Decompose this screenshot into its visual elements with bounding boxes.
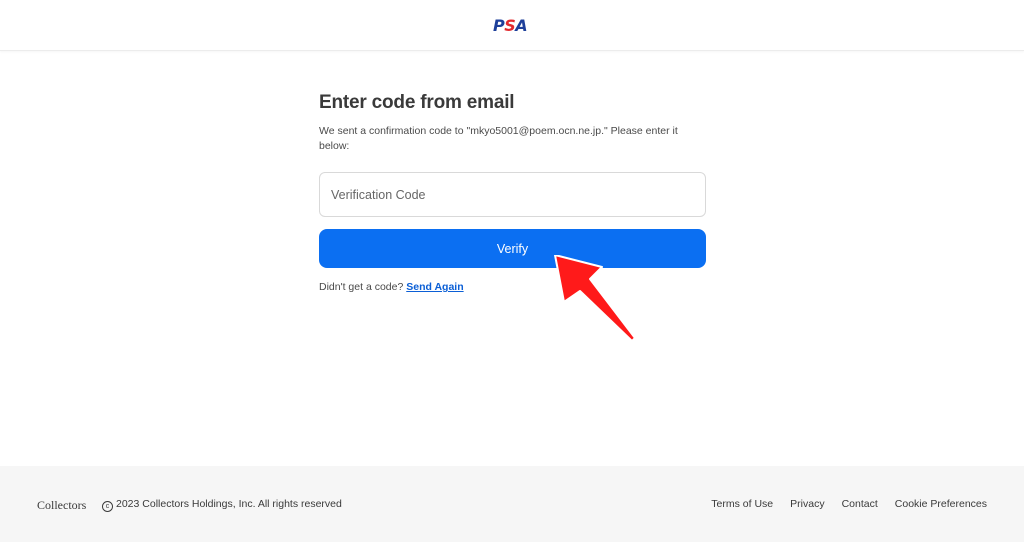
- footer-links: Terms of Use Privacy Contact Cookie Pref…: [711, 498, 987, 510]
- footer-link-privacy[interactable]: Privacy: [790, 498, 824, 510]
- resend-prompt: Didn't get a code?: [319, 281, 404, 293]
- collectors-logo[interactable]: Collectors: [37, 498, 86, 513]
- confirmation-message: We sent a confirmation code to "mkyo5001…: [319, 125, 678, 152]
- copyright-icon: c: [102, 501, 113, 512]
- verification-code-input[interactable]: [319, 172, 706, 217]
- footer-link-contact[interactable]: Contact: [842, 498, 878, 510]
- red-arrow-annotation: [554, 255, 636, 342]
- copyright-label: 2023 Collectors Holdings, Inc. All right…: [116, 498, 342, 510]
- verify-button[interactable]: Verify: [319, 229, 706, 268]
- footer-link-cookie-preferences[interactable]: Cookie Preferences: [895, 498, 987, 510]
- resend-row: Didn't get a code? Send Again: [319, 281, 706, 293]
- top-header: PSA: [0, 0, 1024, 51]
- page-title: Enter code from email: [319, 92, 515, 113]
- footer-link-terms[interactable]: Terms of Use: [711, 498, 773, 510]
- psa-logo[interactable]: PSA: [493, 17, 528, 34]
- verification-form: Enter code from email We sent a confirma…: [319, 92, 706, 293]
- footer: Collectors c 2023 Collectors Holdings, In…: [0, 466, 1024, 542]
- copyright-text: c 2023 Collectors Holdings, Inc. All righ…: [102, 498, 342, 512]
- send-again-link[interactable]: Send Again: [406, 281, 463, 293]
